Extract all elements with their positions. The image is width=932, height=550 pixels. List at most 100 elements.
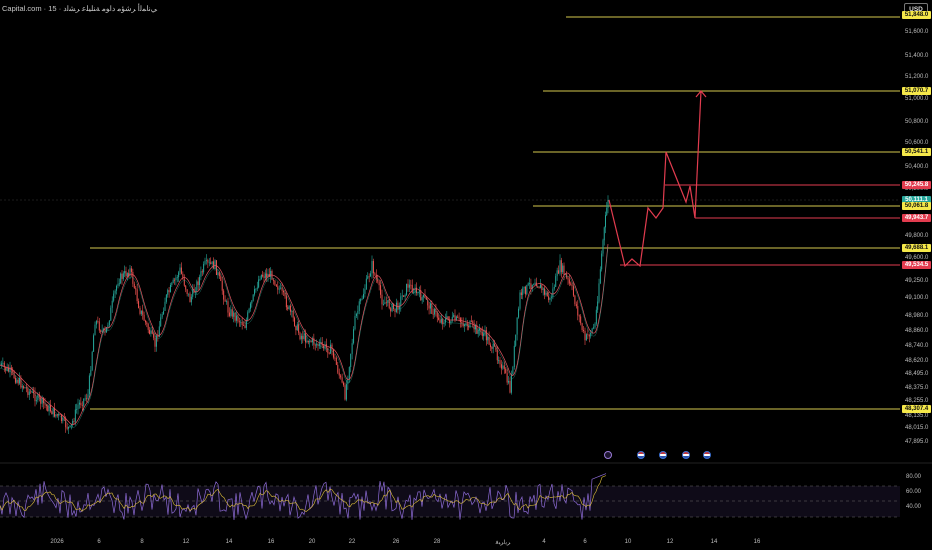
- candle: [147, 323, 149, 330]
- candle: [595, 309, 597, 324]
- chart-canvas[interactable]: [0, 0, 932, 550]
- candle: [217, 272, 219, 275]
- candle: [466, 323, 468, 327]
- candle: [552, 288, 554, 297]
- candle: [335, 357, 337, 365]
- candle: [438, 317, 440, 320]
- candle: [40, 397, 42, 404]
- price-tick: 48,495.0: [905, 371, 929, 377]
- price-tick: 51,000.0: [905, 96, 929, 102]
- candle: [14, 378, 16, 383]
- candle: [86, 398, 88, 400]
- price-label-yellow: 51,070.7: [902, 87, 931, 95]
- candle: [200, 271, 202, 277]
- candle: [289, 305, 291, 312]
- candle: [605, 215, 606, 228]
- price-tick: 48,980.0: [905, 313, 929, 319]
- candle: [508, 380, 510, 383]
- candle: [196, 281, 198, 292]
- candle: [578, 315, 580, 317]
- candle: [439, 319, 441, 323]
- candle: [167, 290, 169, 295]
- candle: [519, 292, 521, 309]
- time-tick: 6: [583, 539, 587, 545]
- candle: [603, 227, 605, 241]
- candle: [52, 407, 54, 415]
- candle: [240, 321, 242, 323]
- candle: [499, 360, 501, 365]
- candle: [344, 385, 346, 400]
- candle: [136, 289, 138, 302]
- candle: [350, 353, 352, 368]
- candle: [459, 318, 461, 322]
- candle: [348, 367, 350, 379]
- price-label-yellow: 50,541.1: [902, 148, 931, 156]
- candle: [307, 340, 309, 343]
- candle: [258, 279, 260, 288]
- candle: [165, 294, 167, 302]
- us-flag-icon[interactable]: [637, 451, 645, 459]
- candle: [530, 283, 532, 289]
- candle: [555, 276, 557, 287]
- candle: [108, 320, 110, 326]
- candle: [601, 253, 603, 270]
- candle: [546, 292, 548, 297]
- candle: [529, 283, 531, 285]
- us-flag-icon[interactable]: [703, 451, 711, 459]
- candle: [175, 277, 177, 281]
- price-tick: 50,600.0: [905, 140, 929, 146]
- candle: [110, 307, 112, 321]
- chart-window[interactable]: Capital.com · 15 · ﻲﻧﺎﻤﻟﺃ ﺮﺷﺆﻣ ﺩﺍﻮﻣ ﺔﻨﻠﻴ…: [0, 0, 932, 550]
- time-tick: 20: [308, 539, 316, 545]
- rsi-tick: 60.00: [906, 489, 922, 495]
- candle: [0, 363, 2, 365]
- candle: [506, 373, 508, 383]
- candle: [251, 300, 253, 304]
- candle: [231, 309, 233, 317]
- candle: [302, 335, 304, 340]
- candle: [408, 284, 410, 288]
- candle: [138, 301, 140, 308]
- candle: [523, 286, 525, 289]
- time-tick: 14: [225, 539, 233, 545]
- us-flag-icon[interactable]: [682, 451, 690, 459]
- price-tick: 48,255.0: [905, 398, 929, 404]
- candle: [370, 273, 372, 277]
- candle: [571, 284, 573, 287]
- candle: [575, 304, 577, 307]
- candle: [94, 324, 96, 336]
- time-tick: 16: [753, 539, 761, 545]
- candle: [100, 330, 102, 332]
- candle: [378, 281, 380, 286]
- candle: [357, 310, 359, 314]
- candle: [135, 288, 137, 290]
- candle: [252, 294, 254, 301]
- candle: [66, 427, 68, 429]
- candle: [522, 288, 524, 296]
- candle: [90, 369, 92, 376]
- candle: [606, 207, 608, 216]
- candle: [397, 302, 399, 310]
- candle: [498, 360, 500, 362]
- candle: [230, 309, 232, 316]
- candle: [78, 402, 80, 405]
- candle: [377, 279, 379, 282]
- candle: [527, 283, 529, 286]
- candle: [83, 398, 85, 406]
- lightning-icon[interactable]: [604, 451, 612, 459]
- candle: [453, 315, 455, 317]
- candle: [51, 411, 53, 415]
- candle: [48, 405, 50, 412]
- time-tick: 16: [267, 539, 275, 545]
- us-flag-icon[interactable]: [659, 451, 667, 459]
- candle: [117, 283, 119, 287]
- candle: [203, 264, 205, 273]
- time-tick: 14: [710, 539, 718, 545]
- candle: [584, 330, 586, 341]
- candle: [411, 285, 413, 293]
- candle: [491, 347, 493, 349]
- candle: [21, 386, 23, 388]
- candle: [95, 321, 97, 325]
- candle: [281, 287, 283, 291]
- price-tick: 48,135.0: [905, 413, 929, 419]
